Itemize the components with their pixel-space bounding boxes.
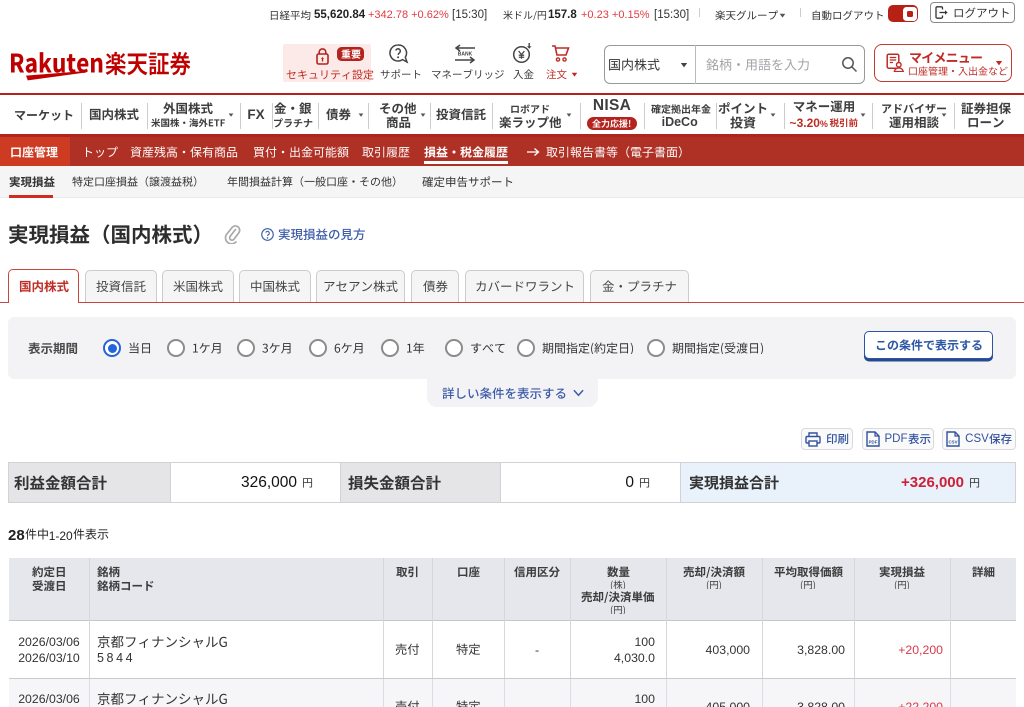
svg-text:CSV: CSV <box>949 440 958 445</box>
svg-text:PDF: PDF <box>868 440 877 445</box>
svg-text:BANK: BANK <box>458 52 473 58</box>
